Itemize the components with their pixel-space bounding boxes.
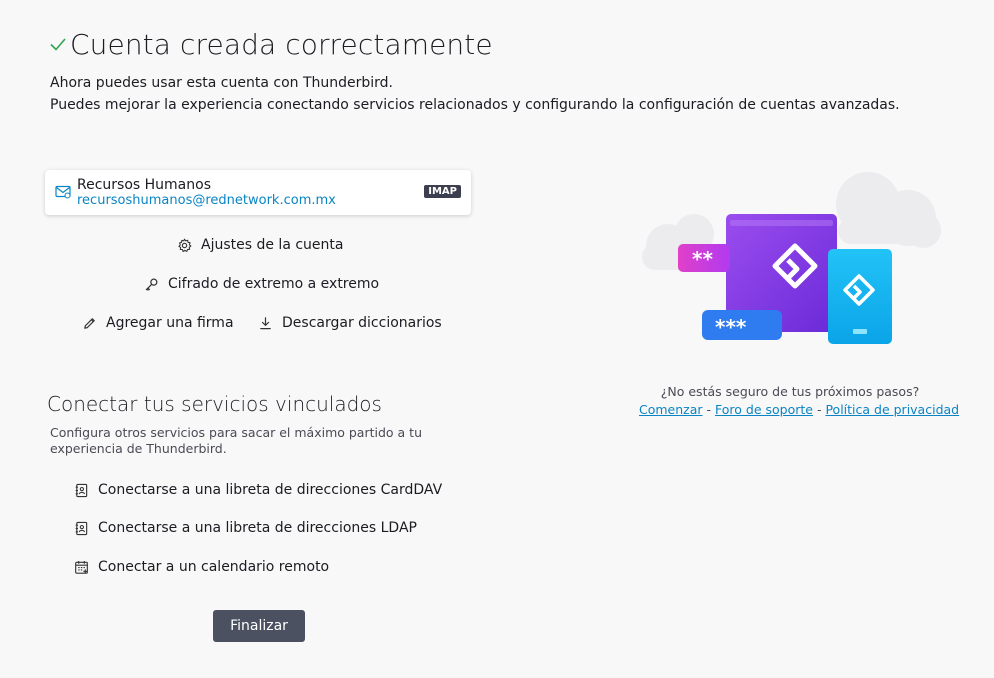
calendar-icon <box>75 560 88 574</box>
intro-line-2: Puedes mejorar la experiencia conectando… <box>50 97 900 113</box>
e2e-encryption-button[interactable]: Cifrado de extremo a extremo <box>144 276 379 292</box>
privacy-policy-link[interactable]: Política de privacidad <box>825 402 959 417</box>
password-mask-2: *** <box>715 315 747 339</box>
help-question: ¿No estás seguro de tus próximos pasos? <box>660 384 920 399</box>
gear-icon <box>178 238 192 252</box>
account-email: recursoshumanos@rednetwork.com.mx <box>77 193 336 208</box>
download-icon <box>260 316 271 329</box>
protocol-badge: IMAP <box>424 185 461 198</box>
link-separator-2: - <box>816 402 822 417</box>
add-signature-label: Agregar una firma <box>106 315 234 331</box>
mail-account-icon <box>55 185 71 199</box>
help-links: Comenzar - Foro de soporte - Política de… <box>639 402 959 417</box>
connect-ldap-label: Conectarse a una libreta de direcciones … <box>98 520 417 536</box>
connect-carddav-label: Conectarse a una libreta de direcciones … <box>98 482 443 498</box>
password-mask-1: ** <box>692 247 713 271</box>
link-separator-1: - <box>706 402 712 417</box>
connect-calendar-button[interactable]: Conectar a un calendario remoto <box>74 559 329 575</box>
key-icon <box>145 278 158 291</box>
connect-ldap-button[interactable]: Conectarse a una libreta de direcciones … <box>74 520 417 536</box>
account-settings-label: Ajustes de la cuenta <box>201 237 344 253</box>
add-signature-button[interactable]: Agregar una firma <box>82 315 234 331</box>
account-settings-button[interactable]: Ajustes de la cuenta <box>177 237 343 253</box>
connect-carddav-button[interactable]: Conectarse a una libreta de direcciones … <box>74 482 442 498</box>
address-book-icon <box>75 483 88 497</box>
page-title: Cuenta creada correctamente <box>70 28 493 61</box>
connect-services-description: Configura otros servicios para sacar el … <box>50 425 422 456</box>
check-icon <box>50 38 66 51</box>
password-field-blue: *** <box>702 310 782 340</box>
connect-services-title: Conectar tus servicios vinculados <box>47 392 382 416</box>
connect-calendar-label: Conectar a un calendario remoto <box>98 559 330 575</box>
account-card: Recursos Humanos recursoshumanos@rednetw… <box>45 170 471 215</box>
support-forum-link[interactable]: Foro de soporte <box>715 402 813 417</box>
e2e-encryption-label: Cifrado de extremo a extremo <box>168 276 380 292</box>
phone-shape <box>828 249 892 344</box>
download-dictionaries-button[interactable]: Descargar diccionarios <box>258 315 442 331</box>
account-security-illustration: ** *** <box>642 172 941 344</box>
address-book-icon <box>75 521 88 535</box>
finish-button[interactable]: Finalizar <box>213 610 305 642</box>
download-dictionaries-label: Descargar diccionarios <box>282 315 442 331</box>
start-link[interactable]: Comenzar <box>639 402 703 417</box>
password-field-pink: ** <box>678 244 730 272</box>
pencil-icon <box>84 317 95 329</box>
account-name: Recursos Humanos <box>77 177 211 193</box>
intro-line-1: Ahora puedes usar esta cuenta con Thunde… <box>50 75 394 91</box>
